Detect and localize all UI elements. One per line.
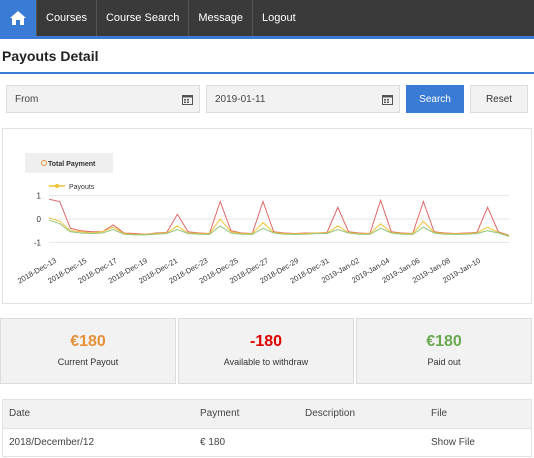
available-withdraw-label: Available to withdraw: [223, 357, 309, 367]
to-date-field[interactable]: 2019-01-11: [206, 85, 400, 113]
calendar-icon[interactable]: [382, 94, 393, 105]
paid-out-amount: €180: [426, 333, 462, 350]
available-withdraw-amount: -180: [249, 333, 283, 350]
current-payout-card: €180 Current Payout: [0, 318, 176, 384]
top-navbar: Courses Course Search Message Logout: [0, 0, 534, 39]
from-date-placeholder: From: [15, 93, 39, 105]
legend-series-marker: [55, 184, 59, 188]
available-withdraw-card: -180 Available to withdraw: [178, 318, 354, 384]
nav-message[interactable]: Message: [188, 0, 252, 36]
nav-courses[interactable]: Courses: [36, 0, 96, 36]
legend-title: Total Payment: [48, 161, 96, 168]
table-row: 2018/December/12 € 180 Show File: [3, 429, 531, 456]
payout-chart: Total Payment Payouts 10-1 2018-Dec-1320…: [16, 153, 510, 285]
calendar-icon[interactable]: [182, 94, 193, 105]
column-header-description: Description: [305, 408, 356, 419]
row-date: 2018/December/12: [9, 437, 95, 448]
to-date-value: 2019-01-11: [215, 93, 266, 105]
nav-course-search[interactable]: Course Search: [95, 0, 188, 36]
legend-series-label: Payouts: [69, 184, 95, 191]
current-payout-label: Current Payout: [57, 357, 119, 367]
payout-chart-panel: Total Payment Payouts 1 0 -1 2018-Dec-13 20…: [2, 128, 532, 304]
title-divider: [0, 72, 534, 74]
y-tick-label: 0: [37, 215, 42, 224]
show-file-link[interactable]: Show File: [431, 429, 475, 456]
column-header-payment: Payment: [200, 408, 240, 419]
current-payout-amount: €180: [70, 333, 106, 350]
page-title: Payouts Detail: [2, 48, 99, 64]
home-icon: [10, 11, 26, 25]
reset-button[interactable]: Reset: [470, 85, 528, 113]
paid-out-label: Paid out: [427, 357, 461, 367]
column-header-date: Date: [9, 408, 31, 419]
table-header: Date Payment Description File: [3, 400, 531, 429]
from-date-field[interactable]: From: [6, 85, 200, 113]
row-payment: € 180: [200, 437, 226, 448]
paid-out-card: €180 Paid out: [356, 318, 532, 384]
home-button[interactable]: [0, 0, 36, 36]
search-button[interactable]: Search: [406, 85, 464, 113]
payouts-table: Date Payment Description File 2018/Decem…: [2, 399, 532, 457]
column-header-file: File: [431, 408, 448, 419]
nav-logout[interactable]: Logout: [251, 0, 305, 36]
y-tick-label: 1: [37, 192, 42, 201]
y-tick-label: -1: [34, 238, 42, 247]
